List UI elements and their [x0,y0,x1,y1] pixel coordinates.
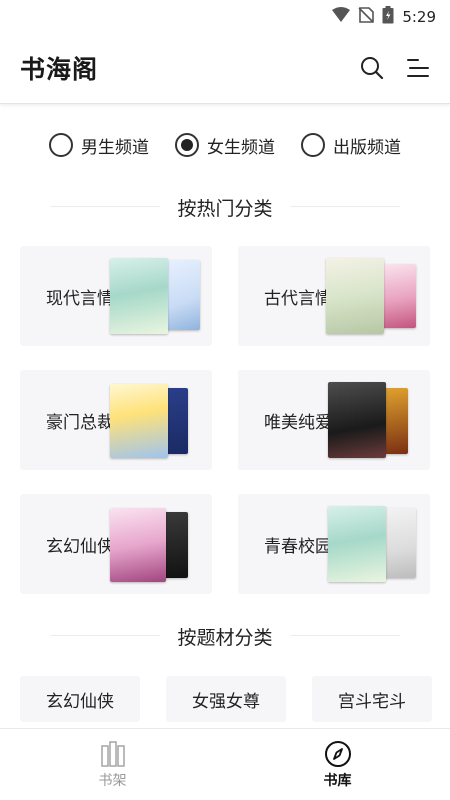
category-card-ceo[interactable]: 豪门总裁 [20,370,212,470]
menu-icon [407,59,429,77]
tab-bookshelf-label: 书架 [98,772,127,789]
category-card-ancient-romance[interactable]: 古代言情 [238,246,430,346]
category-label: 玄幻仙侠 [46,537,114,557]
section-heading-popular: 按热门分类 [0,192,450,222]
category-card-pure-love[interactable]: 唯美纯爱 [238,370,430,470]
tab-library[interactable]: 书库 [225,729,450,800]
book-cover-image [328,382,386,458]
wifi-icon [332,7,351,27]
book-cover-image [164,512,188,578]
category-label: 古代言情 [264,289,332,309]
category-label: 唯美纯爱 [264,413,332,433]
channel-female[interactable]: 女生频道 [175,128,275,162]
radio-selected-dot [181,139,193,151]
section-heading-theme: 按题材分类 [0,621,450,651]
no-sim-icon [358,7,375,27]
category-card-modern-romance[interactable]: 现代言情 [20,246,212,346]
channel-publish[interactable]: 出版频道 [301,128,401,162]
theme-tag-strong-female[interactable]: 女强女尊 [166,676,286,722]
channel-male[interactable]: 男生频道 [49,128,149,162]
book-cover-image [328,506,386,582]
channel-male-label: 男生频道 [81,137,149,158]
divider [50,635,160,636]
section-title-theme: 按题材分类 [165,622,285,650]
book-cover-image [110,508,166,582]
radio-publish[interactable] [301,133,325,157]
category-label: 现代言情 [46,289,114,309]
category-label: 青春校园 [264,537,332,557]
book-cover-image [326,258,384,334]
section-title-popular: 按热门分类 [165,193,285,221]
channel-female-label: 女生频道 [207,137,275,158]
theme-tag-palace[interactable]: 宫斗宅斗 [312,676,432,722]
bookshelf-icon [100,740,125,767]
theme-tag-fantasy[interactable]: 玄幻仙侠 [20,676,140,722]
divider [290,635,400,636]
book-cover-image [110,384,168,458]
bottom-tab-bar: 书架 书库 [0,728,450,800]
app-header: 书海阁 [0,32,450,104]
category-label: 豪门总裁 [46,413,114,433]
app-title: 书海阁 [20,55,99,84]
category-card-campus[interactable]: 青春校园 [238,494,430,594]
divider [290,206,400,207]
menu-button[interactable] [404,54,432,82]
book-cover-image [384,388,408,454]
status-bar: 5:29 [0,0,450,32]
radio-male[interactable] [49,133,73,157]
search-button[interactable] [358,54,386,82]
channel-publish-label: 出版频道 [333,137,401,158]
book-cover-image [110,258,168,334]
tab-library-label: 书库 [323,772,352,789]
battery-icon [382,6,394,28]
status-time: 5:29 [402,8,436,26]
tab-bookshelf[interactable]: 书架 [0,729,225,800]
compass-icon [324,740,351,767]
category-card-fantasy[interactable]: 玄幻仙侠 [20,494,212,594]
radio-female[interactable] [175,133,199,157]
channel-selector: 男生频道 女生频道 出版频道 [0,128,450,162]
divider [50,206,160,207]
search-icon [361,57,384,80]
theme-tag-row: 玄幻仙侠 女强女尊 宫斗宅斗 [20,676,440,726]
